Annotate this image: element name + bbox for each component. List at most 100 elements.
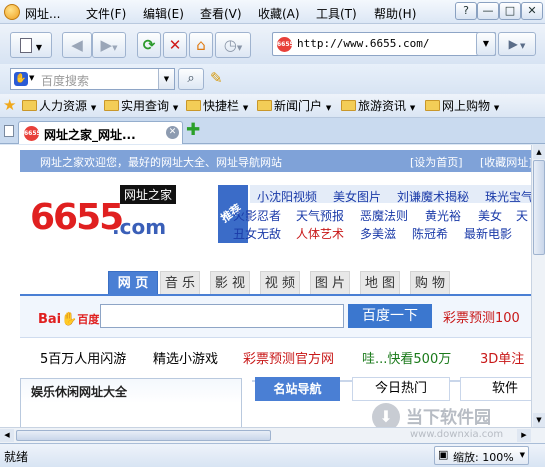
back-button[interactable]: ◀: [62, 32, 92, 58]
set-homepage-link[interactable]: [设为首页]: [410, 154, 463, 170]
tab-close-icon[interactable]: ✕: [166, 126, 179, 139]
baidu-search-button[interactable]: 百度一下: [348, 304, 432, 328]
go-button[interactable]: ▶ ▼: [498, 32, 536, 56]
recommend-link[interactable]: 刘谦魔术揭秘: [397, 188, 469, 205]
tab-software[interactable]: 软件: [460, 377, 531, 401]
recommend-link[interactable]: 美女: [478, 207, 502, 224]
zoom-control[interactable]: ▣ 缩放: 100% ▼: [434, 446, 529, 465]
folder-icon: [425, 100, 440, 111]
fav-folder-hr[interactable]: 人力资源 ▼: [22, 97, 96, 114]
search-input[interactable]: 百度搜索: [41, 72, 89, 89]
maximize-button[interactable]: □: [499, 2, 521, 20]
help-button[interactable]: ?: [455, 2, 477, 20]
baidu-logo: Bai✋百度: [38, 312, 100, 327]
menu-help[interactable]: 帮助(H): [374, 5, 416, 22]
recommend-link[interactable]: 小沈阳视频: [257, 188, 317, 205]
recommend-link[interactable]: 最新电影: [464, 225, 512, 242]
new-page-button[interactable]: ▼: [10, 32, 52, 58]
tab-6655[interactable]: 6655 网址之家_网址... ✕: [18, 121, 183, 144]
chevron-down-icon: ▼: [517, 42, 526, 50]
promo-link[interactable]: 彩票预测官方网: [243, 348, 334, 367]
tab-bar: 6655 网址之家_网址... ✕ ✚: [0, 118, 545, 144]
tab-famous-sites[interactable]: 名站导航: [255, 377, 340, 401]
folder-icon: [104, 100, 119, 111]
home-icon: ⌂: [196, 36, 206, 54]
site-favicon: 6655: [277, 37, 294, 52]
home-button[interactable]: ⌂: [189, 32, 213, 58]
search-tab-image[interactable]: 图 片: [310, 271, 350, 295]
recommend-link[interactable]: 恶魔法则: [360, 207, 408, 224]
logo-domain: .com: [112, 215, 167, 239]
forward-button[interactable]: ▶▼: [92, 32, 126, 58]
forward-arrow-icon: ▶: [100, 36, 113, 54]
search-tab-video[interactable]: 影 视: [210, 271, 250, 295]
fav-folder-shopping[interactable]: 网上购物 ▼: [425, 97, 499, 114]
recommend-link[interactable]: 美女图片: [333, 188, 381, 205]
horizontal-scrollbar[interactable]: ◀ www.downxia.com ▶: [0, 427, 545, 443]
recommend-link[interactable]: 人体艺术: [296, 225, 344, 242]
close-button[interactable]: ✕: [521, 2, 543, 20]
fav-folder-shortcuts[interactable]: 快捷栏 ▼: [186, 97, 248, 114]
scroll-thumb[interactable]: [533, 160, 545, 255]
favorites-bar: ★ 人力资源 ▼ 实用查询 ▼ 快捷栏 ▼ 新闻门户 ▼ 旅游资讯 ▼ 网上购物…: [0, 94, 545, 118]
fav-folder-news[interactable]: 新闻门户 ▼: [257, 97, 331, 114]
search-tab-shopping[interactable]: 购 物: [410, 271, 450, 295]
recommend-link[interactable]: 多美滋: [360, 225, 396, 242]
tab-today-hot[interactable]: 今日热门: [352, 377, 450, 401]
lottery-link[interactable]: 彩票预测100: [443, 307, 520, 326]
history-button[interactable]: ◷▼: [215, 32, 251, 58]
scroll-down-icon[interactable]: ▼: [533, 413, 545, 427]
menu-favorites[interactable]: 收藏(A): [258, 5, 300, 22]
menu-view[interactable]: 查看(V): [200, 5, 242, 22]
recommend-link[interactable]: 火影忍者: [233, 207, 281, 224]
scroll-up-icon[interactable]: ▲: [533, 145, 545, 159]
promo-link[interactable]: 哇...快看500万: [362, 348, 451, 367]
back-arrow-icon: ◀: [71, 36, 83, 54]
promo-link[interactable]: 精选小游戏: [153, 348, 218, 367]
site-logo[interactable]: 网址之家 6655 .com: [30, 183, 190, 253]
recommend-link[interactable]: 黄光裕: [425, 207, 461, 224]
menu-file[interactable]: 文件(F): [86, 5, 126, 22]
search-tab-music[interactable]: 音 乐: [160, 271, 200, 295]
address-bar[interactable]: 6655 http://www.6655.com/: [272, 32, 496, 56]
search-tab-web[interactable]: 网 页: [108, 271, 158, 295]
promo-link[interactable]: 5百万人用闪游: [40, 348, 126, 367]
recommend-link[interactable]: 珠光宝气: [485, 188, 531, 205]
zoom-icon: ▣: [438, 448, 449, 461]
menu-edit[interactable]: 编辑(E): [143, 5, 184, 22]
add-favorite-link[interactable]: [收藏网址]: [480, 154, 531, 170]
hscroll-thumb[interactable]: [16, 430, 271, 441]
star-icon[interactable]: ★: [3, 96, 16, 114]
search-tab-map[interactable]: 地 图: [360, 271, 400, 295]
page-content: 网址之家欢迎您，最好的网址大全、网址导航网站 [设为首页] [收藏网址] 网址之…: [0, 145, 531, 427]
recommend-link[interactable]: 陈冠希: [412, 225, 448, 242]
scroll-left-icon[interactable]: ◀: [0, 429, 14, 442]
search-dropdown-button[interactable]: ▼: [158, 69, 174, 89]
highlight-pen-icon[interactable]: ✎: [210, 69, 223, 87]
stop-button[interactable]: ✕: [163, 32, 187, 58]
scroll-right-icon[interactable]: ▶: [517, 429, 531, 442]
page-icon[interactable]: [4, 125, 14, 137]
web-search-input[interactable]: [100, 304, 344, 328]
search-box[interactable]: ✋ ▼ 百度搜索 ▼: [10, 68, 175, 90]
address-dropdown-button[interactable]: ▼: [476, 32, 496, 56]
search-button[interactable]: ⌕: [178, 68, 204, 90]
menu-bar: 网址... 文件(F) 编辑(E) 查看(V) 收藏(A) 工具(T) 帮助(H…: [0, 0, 545, 24]
entertainment-section: 娱乐休闲网址大全: [20, 378, 242, 427]
fav-folder-query[interactable]: 实用查询 ▼: [104, 97, 178, 114]
magnifier-icon: ⌕: [187, 71, 195, 86]
address-text[interactable]: http://www.6655.com/: [297, 37, 429, 50]
vertical-scrollbar[interactable]: ▲ ▼: [531, 145, 545, 427]
menu-tools[interactable]: 工具(T): [316, 5, 357, 22]
recommend-link[interactable]: 天气预报: [296, 207, 344, 224]
logo-badge: 网址之家: [120, 185, 177, 204]
refresh-button[interactable]: ⟳: [137, 32, 161, 58]
navigation-toolbar: ▼ ◀ ▶▼ ⟳ ✕ ⌂ ◷▼ 6655 http://www.6655.com…: [0, 24, 545, 64]
recommend-link[interactable]: 天: [516, 207, 528, 224]
promo-link[interactable]: 3D单注: [480, 348, 524, 367]
minimize-button[interactable]: —: [477, 2, 499, 20]
fav-folder-travel[interactable]: 旅游资讯 ▼: [341, 97, 415, 114]
new-tab-button[interactable]: ✚: [186, 120, 200, 140]
recommend-link[interactable]: 丑女无敌: [233, 225, 281, 242]
search-tab-clip[interactable]: 视 频: [260, 271, 300, 295]
